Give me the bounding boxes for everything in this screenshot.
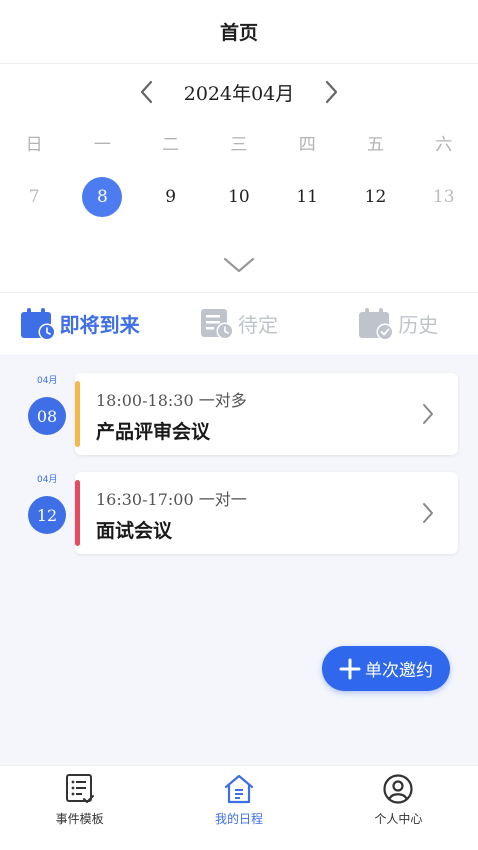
tab-history[interactable]: 历史 — [319, 293, 478, 354]
month-navigator: 2024年04月 — [0, 72, 478, 112]
nav-item-event-templates[interactable]: 事件模板 — [0, 766, 159, 850]
document-clock-icon — [200, 308, 234, 339]
calendar-day[interactable]: 12 — [355, 177, 395, 217]
fab-label: 单次邀约 — [365, 661, 433, 681]
weekday-label: 六 — [435, 135, 453, 155]
weekday-header: 日 一 二 三 四 五 六 — [0, 128, 478, 162]
next-month-button[interactable] — [312, 72, 352, 112]
tab-upcoming[interactable]: 即将到来 — [0, 293, 159, 354]
calendar-day[interactable]: 13 — [424, 177, 464, 217]
top-header: 首页 — [0, 0, 478, 64]
event-time: 18:00-18:30 一对多 — [96, 391, 247, 410]
calendar-day[interactable]: 10 — [219, 177, 259, 217]
event-day-badge: 08 — [28, 397, 66, 435]
calendar-day[interactable]: 7 — [14, 177, 54, 217]
nav-label: 我的日程 — [214, 812, 263, 826]
calendar-check-icon — [359, 307, 394, 340]
calendar-day[interactable]: 11 — [287, 177, 327, 217]
page-title: 首页 — [219, 22, 258, 44]
event-card[interactable]: 16:30-17:00 一对一 面试会议 — [75, 472, 458, 554]
weekday-label: 四 — [298, 135, 316, 155]
nav-item-my-schedule[interactable]: 我的日程 — [159, 766, 318, 850]
event-card[interactable]: 18:00-18:30 一对多 产品评审会议 — [75, 373, 458, 455]
nav-label: 个人中心 — [374, 812, 423, 826]
calendar-day[interactable]: 9 — [151, 177, 191, 217]
home-schedule-icon — [224, 774, 254, 804]
current-month-label: 2024年04月 — [183, 82, 295, 105]
chevron-right-icon — [423, 503, 433, 523]
event-accent-bar — [75, 381, 80, 447]
event-filter-tabs: 即将到来 待定 历史 — [0, 292, 478, 354]
tab-label: 即将到来 — [59, 313, 140, 337]
nav-item-personal-center[interactable]: 个人中心 — [319, 766, 478, 850]
bottom-navigation: 事件模板 我的日程 个人中心 — [0, 765, 478, 850]
event-accent-bar — [75, 480, 80, 546]
event-day-badge: 12 — [28, 496, 66, 534]
chevron-right-icon — [423, 404, 433, 424]
tab-label: 待定 — [237, 313, 278, 337]
expand-calendar-button[interactable] — [219, 252, 259, 278]
weekday-label: 五 — [366, 135, 384, 155]
weekday-label: 三 — [230, 135, 248, 155]
nav-label: 事件模板 — [55, 812, 104, 826]
event-month: 04月 — [37, 475, 58, 485]
calendar-day-selected[interactable]: 8 — [82, 177, 123, 217]
week-days-row: 7 8 9 10 11 12 13 — [0, 176, 478, 218]
single-invite-button[interactable]: 单次邀约 — [322, 646, 450, 691]
prev-month-button[interactable] — [126, 72, 166, 112]
weekday-label: 一 — [93, 135, 111, 155]
event-title: 产品评审会议 — [96, 421, 211, 443]
list-item: 04月 12 16:30-17:00 一对一 面试会议 — [0, 472, 478, 556]
user-icon — [383, 774, 413, 804]
plus-icon — [339, 658, 361, 679]
event-list: 04月 08 18:00-18:30 一对多 产品评审会议 04月 12 16:… — [0, 354, 478, 765]
weekday-label: 二 — [162, 135, 180, 155]
event-month: 04月 — [37, 376, 58, 386]
tab-label: 历史 — [398, 313, 439, 337]
chevron-down-icon — [223, 257, 255, 273]
chevron-left-icon — [140, 80, 152, 104]
event-title: 面试会议 — [96, 520, 173, 542]
calendar-clock-icon — [20, 307, 56, 340]
event-time: 16:30-17:00 一对一 — [96, 490, 247, 509]
template-list-icon — [65, 774, 94, 803]
tab-pending[interactable]: 待定 — [159, 293, 318, 354]
chevron-right-icon — [326, 80, 338, 104]
list-item: 04月 08 18:00-18:30 一对多 产品评审会议 — [0, 373, 478, 457]
weekday-label: 日 — [25, 135, 43, 155]
